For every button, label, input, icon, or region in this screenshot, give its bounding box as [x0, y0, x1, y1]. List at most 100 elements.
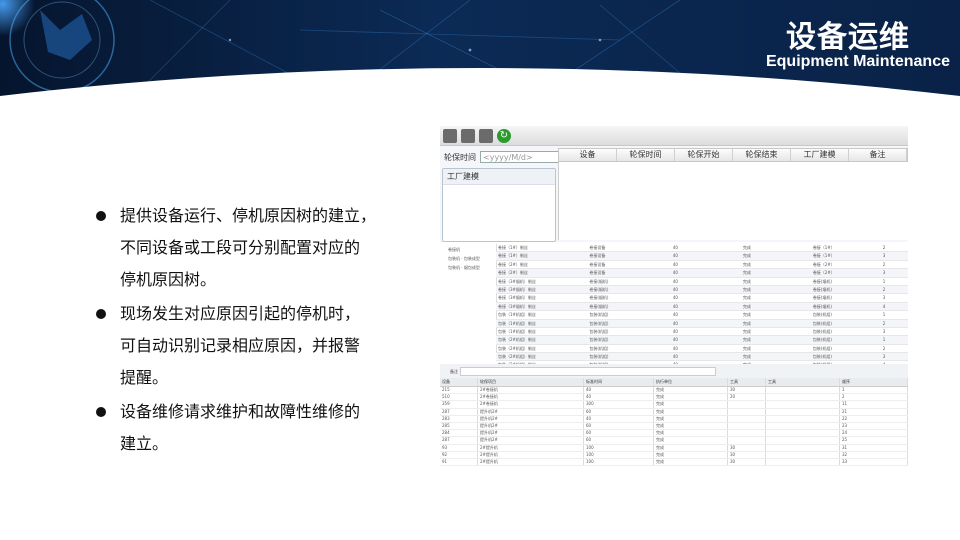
table-row[interactable]: 卷接（1#）制丝 卷接设备 40 完成 卷接（1#） 3 [496, 252, 908, 261]
table-cell [766, 430, 840, 437]
remark-label: 备注 [450, 369, 458, 374]
table-cell: 卷接（1#）制丝 [498, 253, 528, 259]
table-cell: 包装（1#机组）制丝 [498, 328, 536, 334]
table-cell: 卷接设备 [589, 245, 606, 250]
column-header[interactable]: 轮保开始 [675, 149, 733, 161]
table-row[interactable]: 283 提升机2# 40 完成 22 [440, 415, 908, 423]
page-title: 设备运维 [786, 20, 910, 55]
table-cell [766, 387, 840, 394]
column-header[interactable]: 设备 [440, 378, 478, 386]
table-cell: 11 [840, 401, 908, 408]
table-cell: 卷接(烟机) [589, 295, 609, 301]
table-cell: 包装(机组) [589, 337, 609, 343]
feature-item: 提供设备运行、停机原因树的建立， 不同设备或工段可分别配置对应的 停机原因树。 [96, 200, 416, 296]
table-cell: 40 [672, 328, 678, 334]
column-header[interactable]: 轮保项目 [478, 378, 584, 386]
column-header[interactable]: 标准时间 [584, 378, 654, 386]
table-row[interactable]: 包装（1#机组）制丝 包装(机组) 40 完成 包装(机组) 2 [496, 319, 908, 328]
table-cell: 1 [882, 278, 886, 284]
table-row[interactable]: 包装（2#机组）制丝 包装(机组) 40 完成 包装(机组) 1 [496, 336, 908, 345]
table-row[interactable]: 92 2#提升机 100 完成 30 32 [440, 451, 908, 459]
column-header[interactable]: 备注 [849, 149, 907, 161]
table-row[interactable]: 287 提升机2# 60 完成 25 [440, 437, 908, 445]
detail-grid-rows: 215 2#卷接机 40 完成 30 1 510 2#卷接机 40 完成 20 2 359 2#卷接机 30… [440, 387, 908, 467]
tree-item[interactable]: 包装机 · 包装成型 [448, 256, 496, 262]
delete-icon[interactable] [479, 128, 493, 143]
column-header[interactable]: 轮保时间 [617, 149, 675, 161]
tree-title: 工厂建模 [443, 169, 555, 185]
feature-item: 现场发生对应原因引起的停机时， 可自动识别记录相应原因，并报警 提醒。 [96, 298, 416, 394]
table-row[interactable]: 包装（1#机组）制丝 包装(机组) 40 完成 包装(机组) 1 [496, 311, 908, 320]
table-cell: 完成 [742, 245, 751, 250]
table-cell: 283 [440, 415, 478, 422]
table-row[interactable]: 91 2#提升机 100 完成 30 33 [440, 458, 908, 467]
date-input[interactable]: <yyyy/M/d> [480, 151, 568, 163]
table-cell: 2#卷接机 [478, 394, 584, 401]
bullet-dot-icon [96, 211, 106, 221]
table-row[interactable]: 287 提升机2# 60 完成 21 [440, 408, 908, 416]
table-row[interactable]: 卷接（1#）制丝 卷接设备 40 完成 卷接（1#） 2 [496, 244, 908, 253]
table-cell: 40 [672, 320, 678, 326]
table-cell: 22 [840, 415, 908, 422]
table-cell: 完成 [654, 444, 728, 451]
table-cell: 提升机2# [478, 437, 584, 444]
save-icon[interactable] [443, 128, 457, 143]
table-row[interactable]: 包装（1#机组）制丝 包装(机组) 40 完成 包装(机组) 3 [496, 328, 908, 337]
table-row[interactable]: 359 2#卷接机 300 完成 11 [440, 401, 908, 409]
table-row[interactable]: 卷接（3#烟机）制丝 卷接(烟机) 40 完成 卷接(烟机) 2 [496, 285, 908, 295]
table-row[interactable]: 卷接（3#烟机）制丝 卷接(烟机) 40 完成 卷接(烟机) 3 [496, 294, 908, 303]
table-cell: 93 [440, 444, 478, 451]
table-cell: 完成 [742, 278, 751, 284]
table-cell: 完成 [742, 261, 751, 267]
table-cell: 92 [440, 451, 478, 458]
table-cell: 卷接(烟机) [589, 286, 609, 292]
table-cell [728, 437, 766, 444]
table-cell [766, 408, 840, 415]
table-cell: 包装(机组) [589, 320, 609, 326]
table-cell: 完成 [742, 337, 751, 343]
table-row[interactable]: 卷接（3#烟机）制丝 卷接(烟机) 40 完成 卷接(烟机) 4 [496, 302, 908, 312]
tree-item[interactable]: 包装机 · 烟包成型 [448, 265, 496, 271]
table-cell: 包装(机组) [589, 312, 609, 318]
column-header[interactable]: 工具 [728, 378, 766, 386]
table-row[interactable]: 卷接（2#）制丝 卷接设备 40 完成 卷接（2#） 2 [496, 261, 908, 270]
table-row[interactable]: 285 提升机2# 60 完成 23 [440, 422, 908, 431]
table-cell [766, 401, 840, 408]
table-cell: 40 [672, 286, 678, 292]
tree-item[interactable]: 卷接机 [448, 247, 496, 253]
table-row[interactable]: 包装（2#机组）制丝 包装(机组) 40 完成 包装(机组) 2 [496, 345, 908, 354]
app-screenshot: ↻ 轮保时间 <yyyy/M/d> 15 设备 轮保时间 轮保开始 轮保结束 工… [440, 126, 909, 476]
feature-line: 现场发生对应原因引起的停机时， [120, 304, 361, 323]
table-cell: 包装(机组) [812, 354, 832, 360]
column-header[interactable]: 顺序 [840, 378, 908, 386]
table-row[interactable]: 包装（2#机组）制丝 包装(机组) 40 完成 包装(机组) 3 [496, 353, 908, 362]
table-row[interactable]: 93 2#提升机 100 完成 30 31 [440, 444, 908, 452]
table-cell: 2 [882, 245, 886, 250]
table-row[interactable]: 卷接（2#）制丝 卷接设备 40 完成 卷接（2#） 3 [496, 269, 908, 278]
feature-line: 提供设备运行、停机原因树的建立， [120, 206, 377, 225]
table-cell [728, 401, 766, 408]
table-cell: 包装(机组) [812, 345, 832, 351]
table-cell: 包装（2#机组）制丝 [498, 345, 536, 351]
column-header[interactable]: 轮保结束 [733, 149, 791, 161]
table-cell [728, 408, 766, 415]
table-row[interactable]: 284 提升机2# 60 完成 24 [440, 430, 908, 438]
table-cell: 完成 [742, 320, 751, 326]
column-header[interactable]: 设备 [559, 149, 617, 161]
column-header[interactable]: 工厂建模 [791, 149, 849, 161]
table-row[interactable]: 215 2#卷接机 40 完成 30 1 [440, 387, 908, 395]
column-header[interactable]: 工具 [766, 378, 840, 386]
table-cell: 完成 [654, 451, 728, 458]
table-row[interactable]: 510 2#卷接机 40 完成 20 2 [440, 394, 908, 402]
feature-line: 可自动识别记录相应原因，并报警 [120, 336, 361, 355]
remark-input[interactable] [460, 367, 716, 376]
table-cell: 3 [882, 354, 886, 360]
edit-icon[interactable] [461, 128, 475, 143]
table-cell: 包装（2#机组）制丝 [498, 354, 536, 360]
refresh-icon[interactable]: ↻ [497, 128, 511, 143]
table-row[interactable]: 卷接（3#烟机）制丝 卷接(烟机) 40 完成 卷接(烟机) 1 [496, 278, 908, 286]
feature-line: 停机原因树。 [120, 270, 217, 289]
column-header[interactable]: 执行单位 [654, 378, 728, 386]
table-cell: 包装(机组) [812, 312, 832, 318]
table-cell: 100 [584, 458, 654, 466]
